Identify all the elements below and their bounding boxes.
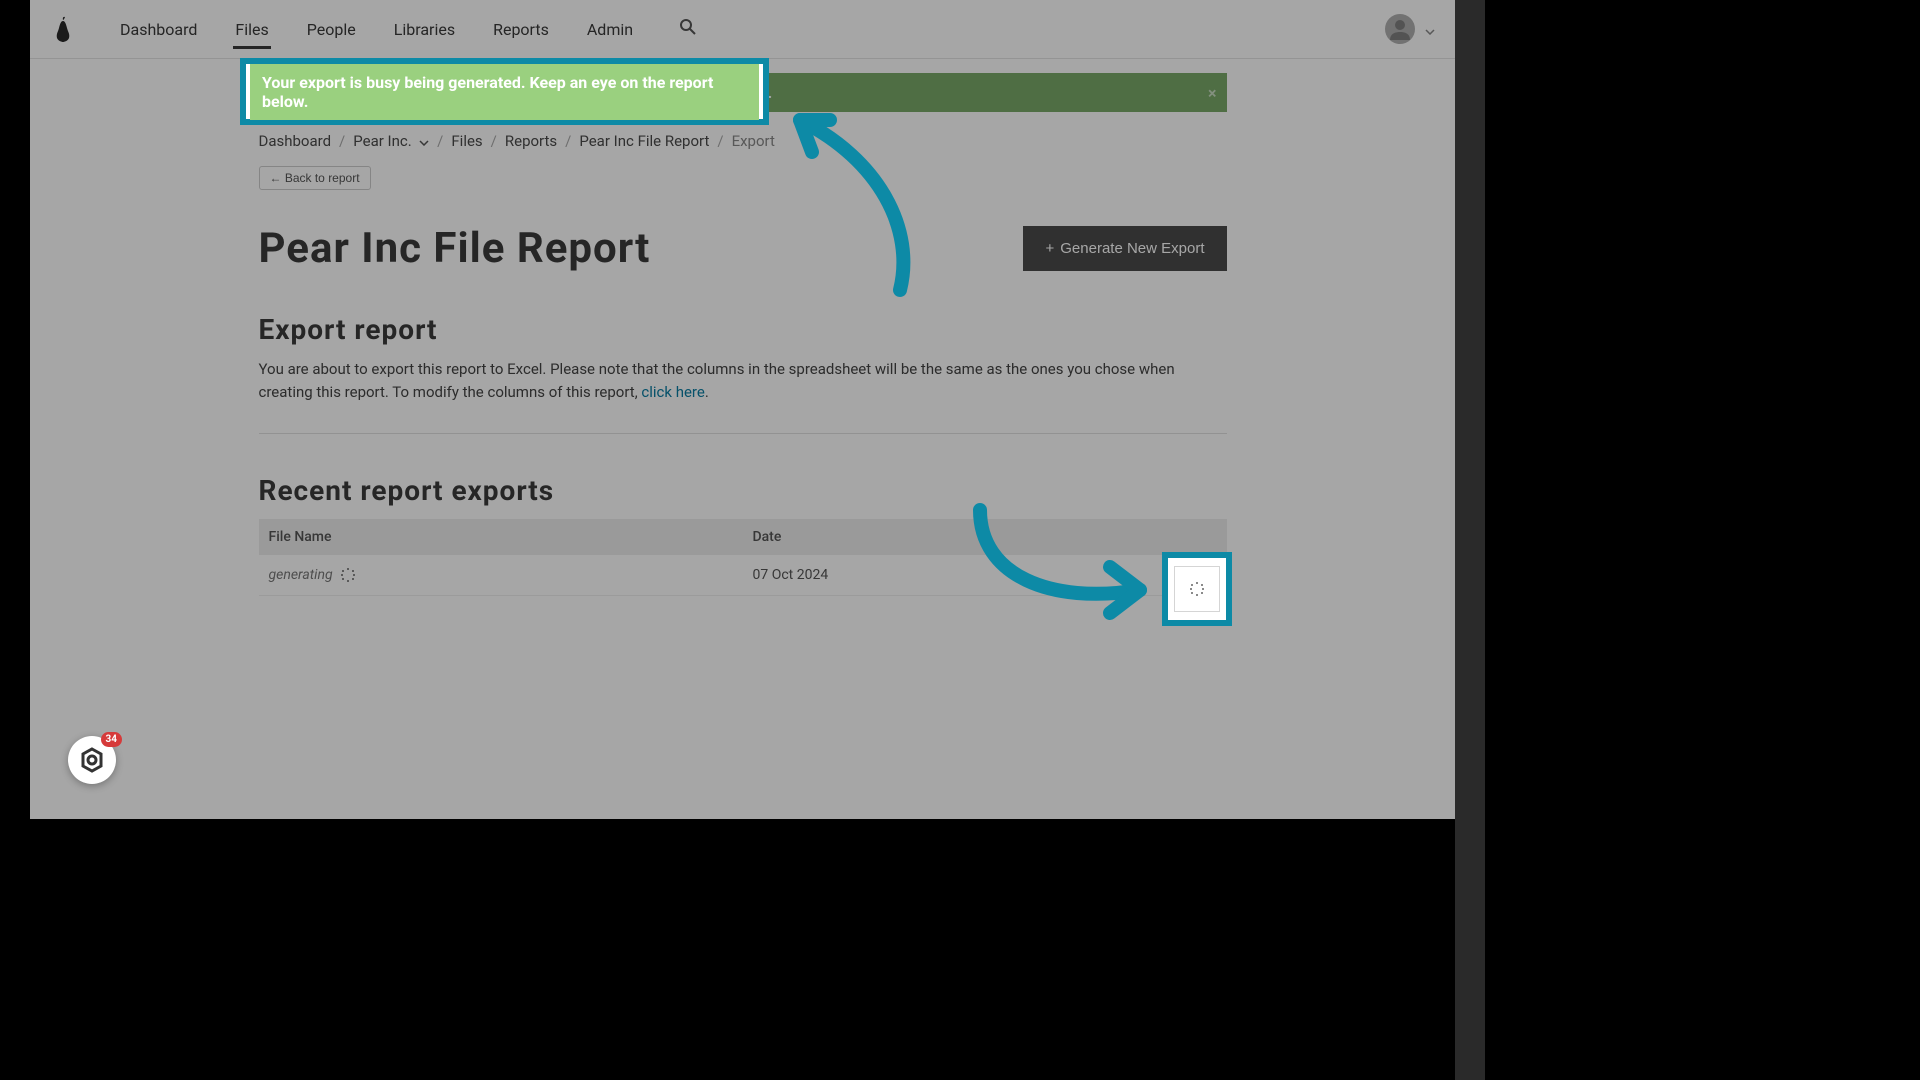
- crumb-sep: /: [437, 132, 443, 150]
- spinner-icon: [341, 568, 355, 582]
- generate-btn-label: Generate New Export: [1060, 240, 1204, 257]
- logo-pear-icon[interactable]: [48, 13, 78, 45]
- nav-reports[interactable]: Reports: [491, 2, 551, 57]
- crumb-sep: /: [717, 132, 723, 150]
- highlight-alert-text: Your export is busy being generated. Kee…: [250, 64, 759, 120]
- row-filename-generating: generating: [269, 567, 355, 583]
- nav-items: Dashboard Files People Libraries Reports…: [118, 2, 697, 57]
- help-widget[interactable]: 34: [68, 736, 116, 784]
- back-to-report-button[interactable]: ← Back to report: [259, 166, 371, 190]
- generate-new-export-button[interactable]: + Generate New Export: [1023, 226, 1226, 271]
- crumb-sep: /: [491, 132, 497, 150]
- crumb-files[interactable]: Files: [451, 132, 482, 150]
- right-gutter: [1455, 0, 1485, 1080]
- annotation-arrow-1: [760, 100, 940, 300]
- search-icon[interactable]: [679, 18, 697, 40]
- alert-close-icon[interactable]: ×: [1208, 83, 1217, 102]
- widget-badge: 34: [101, 732, 122, 747]
- highlight-alert: Your export is busy being generated. Kee…: [240, 58, 769, 125]
- export-section-title: Export report: [259, 313, 1227, 346]
- nav-admin[interactable]: Admin: [585, 2, 635, 57]
- col-filename: File Name: [259, 519, 743, 555]
- breadcrumb: Dashboard / Pear Inc. / Files / Reports …: [259, 132, 1227, 150]
- crumb-sep: /: [565, 132, 571, 150]
- nav-files[interactable]: Files: [233, 2, 270, 57]
- export-text-before: You are about to export this report to E…: [259, 360, 1175, 401]
- spinner-icon: [1190, 582, 1204, 596]
- crumb-dashboard[interactable]: Dashboard: [259, 132, 332, 150]
- nav-dashboard[interactable]: Dashboard: [118, 2, 199, 57]
- crumb-file-report[interactable]: Pear Inc File Report: [579, 132, 709, 150]
- title-row: Pear Inc File Report + Generate New Expo…: [259, 224, 1227, 273]
- export-section-text: You are about to export this report to E…: [259, 358, 1227, 403]
- divider: [259, 433, 1227, 434]
- export-text-after: .: [705, 383, 709, 401]
- avatar-chevron-icon[interactable]: [1425, 20, 1435, 39]
- highlight-spinner-box: [1174, 566, 1220, 612]
- avatar[interactable]: [1385, 14, 1415, 44]
- crumb-sep: /: [339, 132, 345, 150]
- plus-icon: +: [1045, 240, 1054, 257]
- top-nav: Dashboard Files People Libraries Reports…: [30, 0, 1455, 59]
- annotation-arrow-2: [960, 495, 1170, 635]
- click-here-link[interactable]: click here: [641, 383, 704, 401]
- highlight-spinner: [1162, 552, 1232, 626]
- crumb-reports[interactable]: Reports: [505, 132, 557, 150]
- nav-libraries[interactable]: Libraries: [392, 2, 457, 57]
- page-title: Pear Inc File Report: [259, 224, 651, 273]
- crumb-pear-inc[interactable]: Pear Inc.: [353, 132, 429, 150]
- nav-right: [1385, 14, 1435, 44]
- nav-people[interactable]: People: [305, 2, 358, 57]
